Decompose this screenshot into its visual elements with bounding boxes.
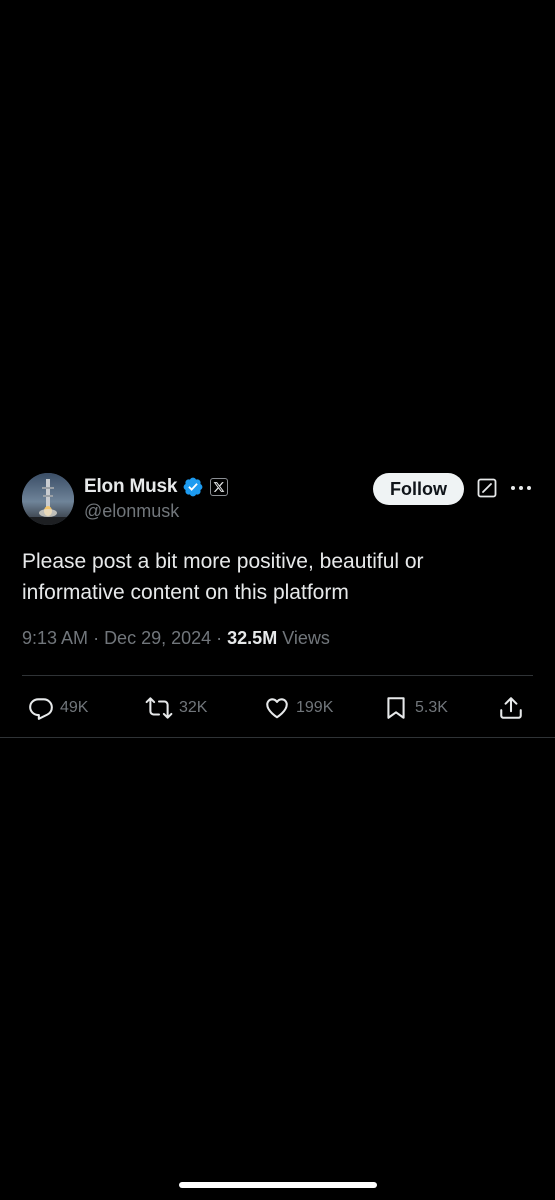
divider: [0, 737, 555, 738]
post-time[interactable]: 9:13 AM: [22, 628, 88, 648]
reply-button[interactable]: 49K: [28, 690, 88, 726]
post: Elon Musk @elonmusk Follow Please post a…: [0, 468, 555, 738]
home-indicator[interactable]: [179, 1182, 377, 1188]
divider: [22, 675, 533, 676]
repost-button[interactable]: 32K: [145, 690, 207, 726]
verified-badge-icon[interactable]: [182, 476, 204, 498]
reply-icon: [28, 695, 54, 721]
share-icon: [498, 695, 524, 721]
meta-separator: ·: [216, 628, 228, 648]
name-row: Elon Musk: [84, 474, 229, 500]
more-options-icon[interactable]: [510, 478, 532, 498]
grok-icon[interactable]: [477, 478, 497, 498]
meta-separator: ·: [93, 628, 105, 648]
share-button[interactable]: [498, 690, 524, 726]
post-text: Please post a bit more positive, beautif…: [22, 550, 424, 604]
follow-button[interactable]: Follow: [373, 473, 464, 505]
bookmark-count: 5.3K: [415, 699, 448, 716]
post-meta: 9:13 AM · Dec 29, 2024 · 32.5M Views: [22, 628, 330, 649]
bookmark-icon: [383, 695, 409, 721]
post-date[interactable]: Dec 29, 2024: [104, 628, 211, 648]
views-count[interactable]: 32.5M: [227, 628, 277, 648]
reply-count: 49K: [60, 699, 89, 716]
heart-icon: [264, 695, 290, 721]
x-logo-icon[interactable]: [210, 478, 229, 496]
like-button[interactable]: 199K: [264, 690, 333, 726]
repost-count: 32K: [179, 699, 208, 716]
avatar-image: [22, 473, 74, 525]
avatar[interactable]: [22, 473, 74, 525]
repost-icon: [145, 695, 173, 721]
post-header: Elon Musk @elonmusk Follow: [0, 468, 555, 532]
like-count: 199K: [296, 699, 334, 716]
action-bar: 49K 32K 199K 5.3K: [0, 690, 555, 726]
bookmark-button[interactable]: 5.3K: [383, 690, 448, 726]
display-name[interactable]: Elon Musk: [84, 476, 177, 498]
handle[interactable]: @elonmusk: [84, 501, 179, 522]
views-label[interactable]: Views: [282, 628, 330, 648]
screen: Elon Musk @elonmusk Follow Please post a…: [0, 0, 555, 1200]
